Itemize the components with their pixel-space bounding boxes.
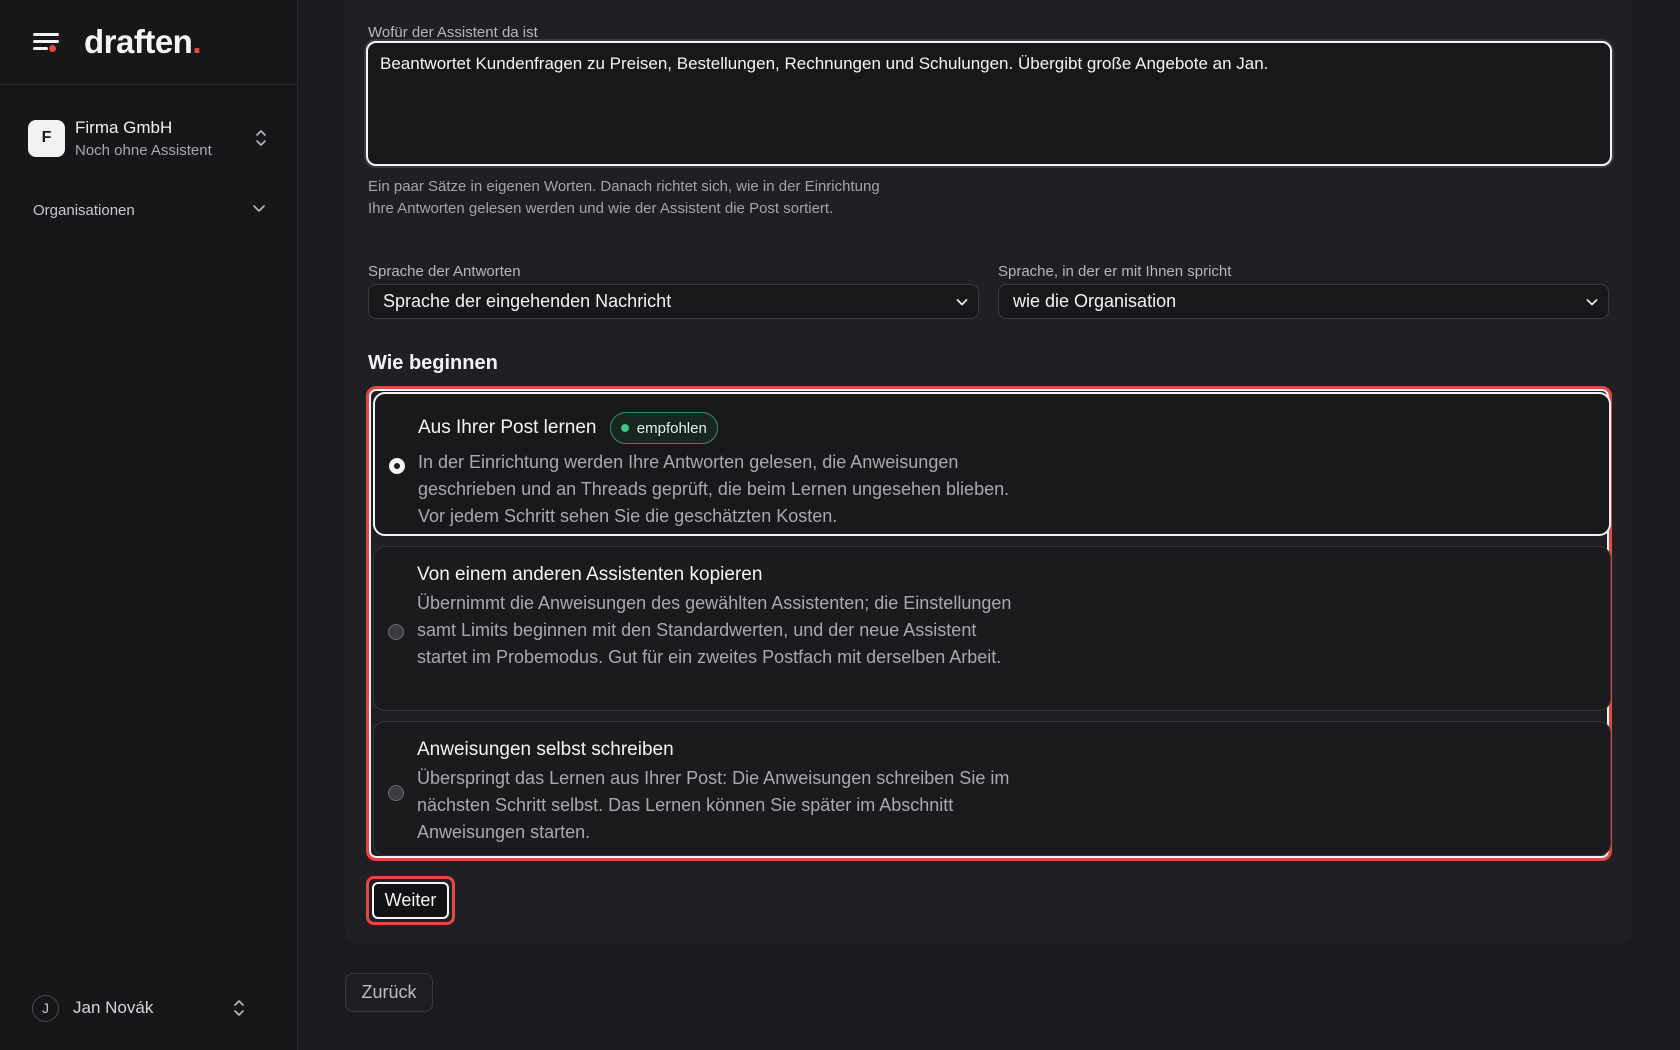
recommended-badge: empfohlen: [609, 412, 718, 444]
start-section-title: Wie beginnen: [368, 352, 498, 374]
start-options-group: Aus Ihrer Post lernen empfohlen In der E…: [366, 386, 1612, 861]
option-title: Anweisungen selbst schreiben: [417, 739, 674, 760]
chevron-down-icon: [1586, 299, 1598, 306]
talk-language-select[interactable]: wie die Organisation: [998, 284, 1609, 319]
nav-organizations[interactable]: Organisationen: [16, 196, 266, 224]
menu-icon[interactable]: [33, 31, 59, 53]
option-title: Von einem anderen Assistenten kopieren: [417, 564, 763, 585]
sidebar-header: draften.: [0, 0, 297, 85]
user-menu[interactable]: J Jan Novák: [16, 990, 266, 1026]
option-description: Übernimmt die Anweisungen des gewählten …: [417, 593, 1012, 667]
purpose-label: Wofür der Assistent da ist: [368, 24, 538, 41]
option-copy-assistant[interactable]: Von einem anderen Assistenten kopieren Ü…: [373, 546, 1611, 711]
reply-language-value: Sprache der eingehenden Nachricht: [383, 291, 672, 311]
reply-language-select[interactable]: Sprache der eingehenden Nachricht: [368, 284, 979, 319]
chevron-down-icon: [253, 205, 265, 212]
option-description: In der Einrichtung werden Ihre Antworten…: [418, 452, 1010, 526]
organization-switcher[interactable]: F Firma GmbH Noch ohne Assistent: [16, 104, 282, 172]
talk-language-label: Sprache, in der er mit Ihnen spricht: [998, 263, 1232, 280]
radio-icon[interactable]: [388, 785, 404, 801]
option-description: Überspringt das Lernen aus Ihrer Post: D…: [417, 768, 1010, 842]
back-button[interactable]: Zurück: [345, 973, 433, 1012]
user-avatar: J: [32, 994, 59, 1022]
app-logo[interactable]: draften.: [84, 23, 201, 61]
option-write-instructions[interactable]: Anweisungen selbst schreiben Überspringt…: [373, 721, 1611, 856]
next-button[interactable]: Weiter: [366, 876, 455, 925]
updown-chevron-icon: [256, 130, 266, 146]
radio-icon[interactable]: [389, 458, 405, 474]
purpose-textarea[interactable]: Beantwortet Kundenfragen zu Preisen, Bes…: [366, 41, 1612, 166]
radio-icon[interactable]: [388, 624, 404, 640]
org-name: Firma GmbH: [75, 117, 173, 137]
option-title: Aus Ihrer Post lernen empfohlen: [418, 412, 718, 444]
updown-chevron-icon: [234, 1000, 244, 1016]
main-content: Wofür der Assistent da ist Beantwortet K…: [298, 0, 1680, 1050]
org-subtitle: Noch ohne Assistent: [75, 141, 212, 159]
status-dot-icon: [620, 424, 629, 432]
next-button-label: Weiter: [372, 882, 449, 919]
talk-language-value: wie die Organisation: [1013, 291, 1177, 311]
nav-organizations-label: Organisationen: [33, 201, 135, 219]
badge-label: empfohlen: [636, 419, 707, 437]
user-name: Jan Novák: [73, 998, 154, 1017]
chevron-down-icon: [956, 299, 968, 306]
sidebar: draften. F Firma GmbH Noch ohne Assisten…: [0, 0, 298, 1050]
reply-language-label: Sprache der Antworten: [368, 263, 521, 280]
org-avatar: F: [28, 119, 65, 157]
purpose-help-text: Ein paar Sätze in eigenen Worten. Danach…: [368, 178, 880, 217]
option-title-text: Aus Ihrer Post lernen: [418, 417, 597, 439]
option-learn-from-mail[interactable]: Aus Ihrer Post lernen empfohlen In der E…: [373, 392, 1611, 536]
